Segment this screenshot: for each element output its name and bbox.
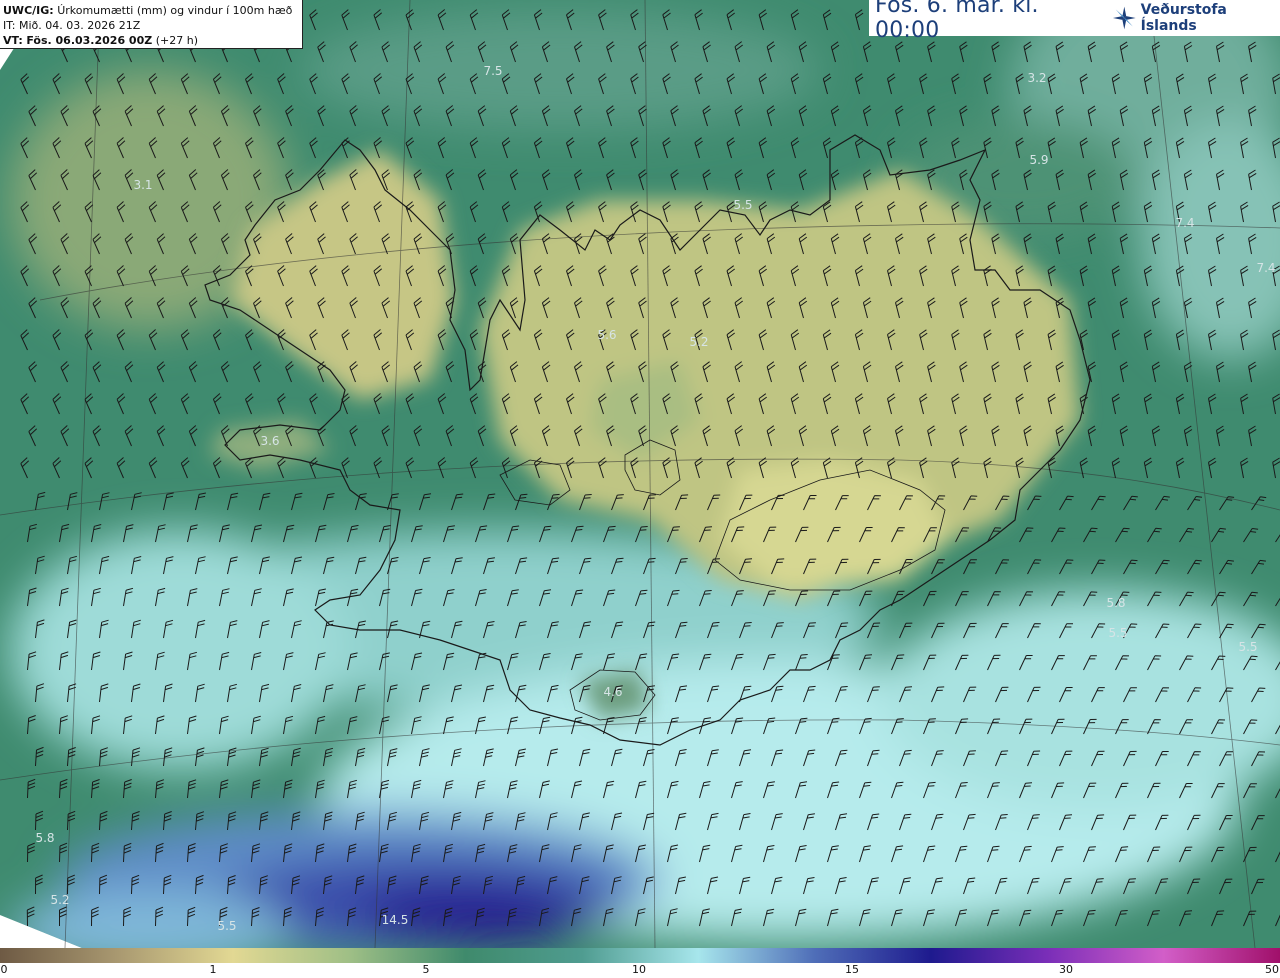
colorbar-tick: 5 [422, 963, 430, 976]
precip-value-label: 5.8 [1106, 596, 1125, 610]
description: Úrkomumætti (mm) og vindur í 100m hæð [57, 4, 293, 17]
precip-value-label: 7.4 [1256, 261, 1275, 275]
precip-value-label: 5.6 [597, 328, 616, 342]
precip-value-label: 3.6 [260, 434, 279, 448]
precip-value-label: 3.2 [1027, 71, 1046, 85]
colorbar-tick: 1 [209, 963, 217, 976]
precip-value-label: 5.5 [217, 919, 236, 933]
model-code: UWC/IG: [3, 4, 54, 17]
precip-value-label: 5.8 [35, 831, 54, 845]
precip-value-label: 5.5 [1238, 640, 1257, 654]
snowflake-star-icon [1112, 6, 1136, 30]
colorbar-tick: 10 [632, 963, 646, 976]
colorbar-tick: 0 [0, 963, 8, 976]
brand-name: Veðurstofa Íslands [1140, 2, 1227, 34]
precip-value-label: 5.2 [50, 893, 69, 907]
valid-offset: (+27 h) [155, 34, 198, 47]
info-box: UWC/IG: Úrkomumætti (mm) og vindur í 100… [0, 0, 303, 49]
precip-value-label: 5.5 [1108, 626, 1127, 640]
precip-value-label: 5.5 [733, 198, 752, 212]
issue-time: IT: Mið. 04. 03. 2026 21Z [3, 19, 141, 32]
precip-value-label: 7.5 [483, 64, 502, 78]
precipitation-map[interactable]: 7.5 3.2 5.9 3.1 5.5 7.4 7.4 5.6 5.2 3.6 5.8 5.5 5.5 4… [0, 0, 1280, 948]
colorbar-tick: 30 [1059, 963, 1073, 976]
forecast-time: Fös. 6. mar. kl. 00:00 [875, 0, 1039, 43]
precip-value-label: 3.1 [133, 178, 152, 192]
precip-value-label: 5.2 [689, 335, 708, 349]
colorbar-tick: 50 [1265, 963, 1279, 976]
precip-value-label: 4.6 [603, 685, 622, 699]
valid-time: Fös. 06.03.2026 00Z [26, 34, 153, 47]
precip-value-label: 14.5 [382, 913, 409, 927]
precip-value-label: 5.9 [1029, 153, 1048, 167]
brand-logo[interactable]: Veðurstofa Íslands [1112, 2, 1280, 34]
colorbar-tick: 15 [845, 963, 859, 976]
title-box: Fös. 6. mar. kl. 00:00 Veðurstofa Ísland… [869, 0, 1280, 43]
precip-value-label: 7.4 [1175, 216, 1194, 230]
valid-label: VT: [3, 34, 23, 47]
